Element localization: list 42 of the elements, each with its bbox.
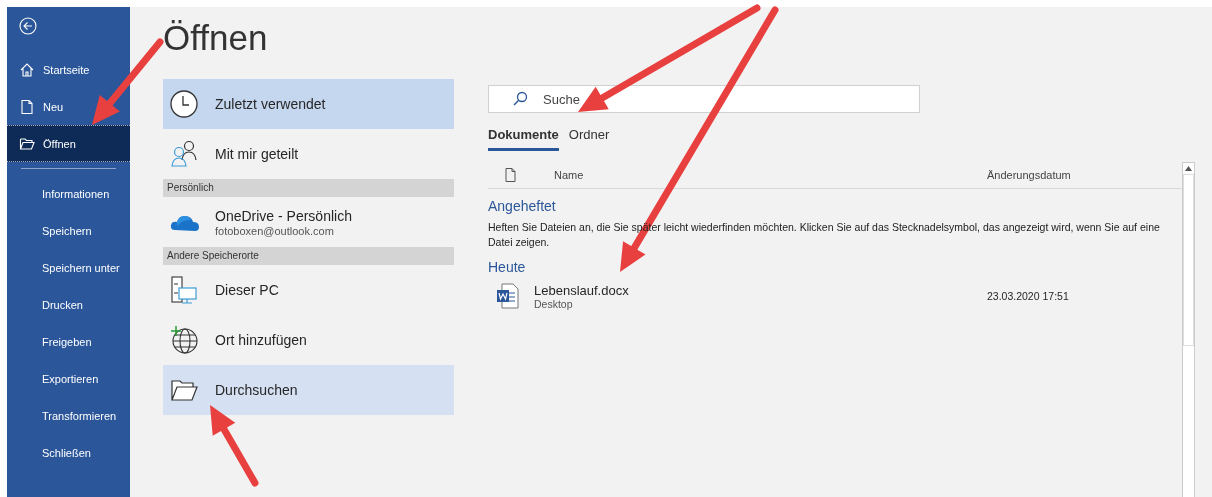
back-icon[interactable] [19,17,37,35]
page-title: Öffnen [163,17,268,59]
location-option[interactable]: Durchsuchen [163,365,454,415]
location-option[interactable]: Dieser PC [163,265,454,315]
group-title: Heute [488,259,527,275]
section-header: Persönlich [163,179,454,197]
sidebar-item[interactable]: Exportieren [7,360,130,397]
tab[interactable]: Ordner [568,125,610,151]
group-title: Angeheftet [488,198,557,214]
file-location: Desktop [534,297,574,310]
word-document-icon [496,283,520,309]
column-header[interactable]: Name [554,169,987,181]
sidebar-item[interactable]: Schließen [7,434,130,471]
people-icon [169,139,199,169]
scrollbar[interactable] [1182,162,1195,497]
search-icon [512,91,528,107]
section-header: Andere Speicherorte [163,247,454,265]
location-option[interactable]: Ort hinzufügen [163,315,454,365]
sidebar-item[interactable]: Startseite [7,51,130,88]
folder-icon [19,135,35,152]
computer-icon [169,275,199,305]
tab[interactable]: Dokumente [488,125,559,151]
modified-date: 23.03.2020 17:51 [987,290,1070,302]
location-option[interactable]: Mit mir geteilt [163,129,454,179]
page-icon [19,98,35,115]
home-icon [19,61,35,78]
location-option[interactable]: Zuletzt verwendet [163,79,454,129]
sidebar-item[interactable]: Neu [7,88,130,125]
globe-add-icon [169,325,199,355]
sidebar-item[interactable]: Informationen [7,175,130,212]
search-field[interactable]: Suche [488,85,920,113]
sidebar-item[interactable]: Öffnen [7,125,130,162]
file-type-icon [503,167,518,183]
sidebar-item[interactable]: Speichern [7,212,130,249]
file-name[interactable]: Lebenslauf.docx [534,282,987,298]
location-option[interactable]: OneDrive - Persönlich fotoboxen@outlook.com [163,197,454,247]
clock-icon [169,89,199,119]
sidebar-item[interactable]: Speichern unter [7,249,130,286]
sidebar-item[interactable]: Transformieren [7,397,130,434]
column-header[interactable]: Änderungsdatum [987,169,1182,181]
sidebar-item[interactable]: Freigeben [7,323,130,360]
sidebar-item[interactable]: Drucken [7,286,130,323]
